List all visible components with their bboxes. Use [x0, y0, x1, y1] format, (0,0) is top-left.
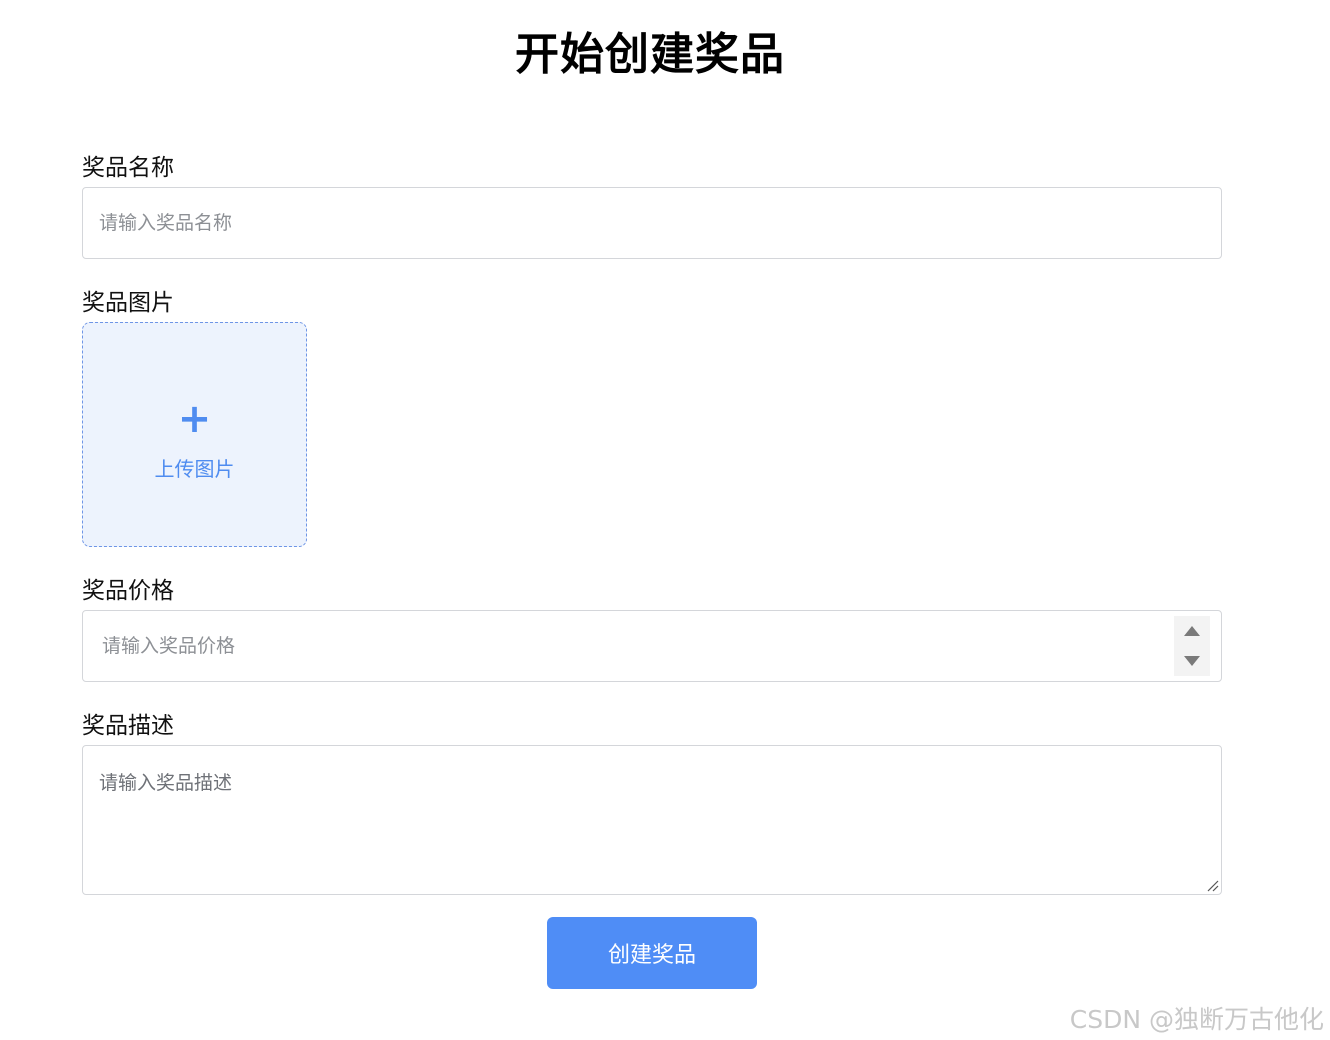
prize-price-field: [82, 610, 1222, 682]
upload-text: 上传图片: [154, 457, 235, 481]
page-title: 开始创建奖品: [515, 29, 785, 80]
price-spinner: [1174, 616, 1210, 676]
prize-description-textarea[interactable]: [82, 745, 1222, 895]
resize-handle-icon[interactable]: [1206, 879, 1219, 892]
triangle-down-icon: [1184, 656, 1200, 666]
prize-description-label: 奖品描述: [82, 713, 174, 739]
create-prize-page: 开始创建奖品 奖品名称 奖品图片 + 上传图片 奖品价格 奖品描述 创建奖品 C…: [0, 0, 1330, 1040]
watermark: CSDN @独断万古他化: [1069, 1005, 1324, 1034]
triangle-up-icon: [1184, 626, 1200, 636]
spin-up-button[interactable]: [1174, 616, 1210, 646]
prize-image-label: 奖品图片: [82, 290, 174, 316]
create-prize-button[interactable]: 创建奖品: [547, 917, 757, 989]
prize-price-label: 奖品价格: [82, 578, 174, 604]
prize-name-label: 奖品名称: [82, 155, 174, 181]
plus-icon: +: [177, 396, 212, 442]
prize-price-input[interactable]: [82, 610, 1222, 682]
spin-down-button[interactable]: [1174, 646, 1210, 676]
prize-name-input[interactable]: [82, 187, 1222, 259]
image-upload-button[interactable]: + 上传图片: [82, 322, 307, 547]
